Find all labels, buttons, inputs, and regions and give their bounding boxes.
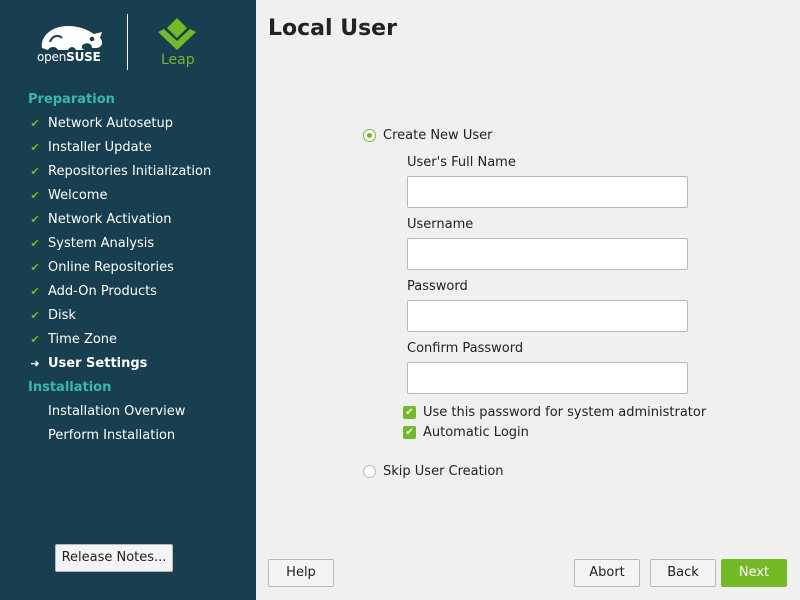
logo-area: openSUSE Leap [0,0,256,80]
step-label: Perform Installation [48,428,176,443]
leap-logo-icon [158,18,196,50]
step-online-repositories: ✔ Online Repositories [0,256,256,280]
password-label: Password [407,279,468,294]
step-label: Network Autosetup [48,116,173,131]
step-welcome: ✔ Welcome [0,184,256,208]
step-repositories-initialization: ✔ Repositories Initialization [0,160,256,184]
username-label: Username [407,217,474,232]
back-button[interactable]: Back [650,559,716,587]
check-icon: ✔ [30,333,40,346]
step-time-zone: ✔ Time Zone [0,328,256,352]
check-icon: ✔ [30,237,40,250]
abort-button[interactable]: Abort [574,559,640,587]
create-new-user-radio[interactable]: Create New User [363,125,492,145]
step-section-preparation: Preparation [28,92,115,107]
check-icon: ✔ [30,261,40,274]
step-label: Network Activation [48,212,172,227]
radio-unchecked-icon[interactable] [363,464,376,478]
full-name-input[interactable] [407,176,688,208]
step-network-autosetup: ✔ Network Autosetup [0,112,256,136]
step-label: Disk [48,308,76,323]
step-add-on-products: ✔ Add-On Products [0,280,256,304]
confirm-password-label: Confirm Password [407,341,524,356]
radio-label: Skip User Creation [383,463,504,479]
step-section-installation: Installation [28,380,112,395]
step-label: Welcome [48,188,108,203]
arrow-right-icon: ➜ [30,357,40,370]
checkbox-label: Automatic Login [423,424,529,440]
check-icon: ✔ [30,285,40,298]
step-label: Online Repositories [48,260,174,275]
step-installation-overview: Installation Overview [0,400,256,424]
step-user-settings: ➜ User Settings [0,352,256,376]
automatic-login-checkbox[interactable]: ✔ Automatic Login [403,423,529,441]
check-icon: ✔ [30,141,40,154]
check-icon: ✔ [30,165,40,178]
check-icon: ✔ [30,309,40,322]
full-name-label: User's Full Name [407,155,516,170]
step-network-activation: ✔ Network Activation [0,208,256,232]
step-system-analysis: ✔ System Analysis [0,232,256,256]
password-input[interactable] [407,300,688,332]
check-icon: ✔ [30,189,40,202]
step-label: Time Zone [48,332,118,347]
step-label: System Analysis [48,236,155,251]
next-button[interactable]: Next [721,559,787,587]
radio-label: Create New User [383,127,493,143]
step-label: Add-On Products [48,284,157,299]
checkbox-checked-icon[interactable]: ✔ [403,405,416,419]
step-installer-update: ✔ Installer Update [0,136,256,160]
check-icon: ✔ [30,213,40,226]
installation-steps: Preparation ✔ Network Autosetup ✔ Installe… [0,88,256,448]
skip-user-creation-radio[interactable]: Skip User Creation [363,461,504,481]
step-label: Repositories Initialization [48,164,212,179]
sidebar: openSUSE Leap Preparation ✔ Network Autos… [0,0,256,600]
release-notes-button[interactable]: Release Notes... [55,544,173,572]
username-input[interactable] [407,238,688,270]
step-label: Installer Update [48,140,152,155]
logo-divider [127,14,128,70]
main-panel: Local User Create New User User's Full N… [256,0,800,600]
step-label: User Settings [48,356,148,371]
confirm-password-input[interactable] [407,362,688,394]
use-password-for-admin-checkbox[interactable]: ✔ Use this password for system administr… [403,403,706,421]
step-perform-installation: Perform Installation [0,424,256,448]
check-icon: ✔ [30,117,40,130]
checkbox-checked-icon[interactable]: ✔ [403,425,416,439]
step-disk: ✔ Disk [0,304,256,328]
leap-label: Leap [161,52,195,68]
opensuse-wordmark: openSUSE [37,50,101,64]
radio-checked-icon[interactable] [363,128,376,142]
step-label: Installation Overview [48,404,186,419]
help-button[interactable]: Help [268,559,334,587]
checkbox-label: Use this password for system administrat… [423,404,707,420]
page-title: Local User [268,16,397,41]
